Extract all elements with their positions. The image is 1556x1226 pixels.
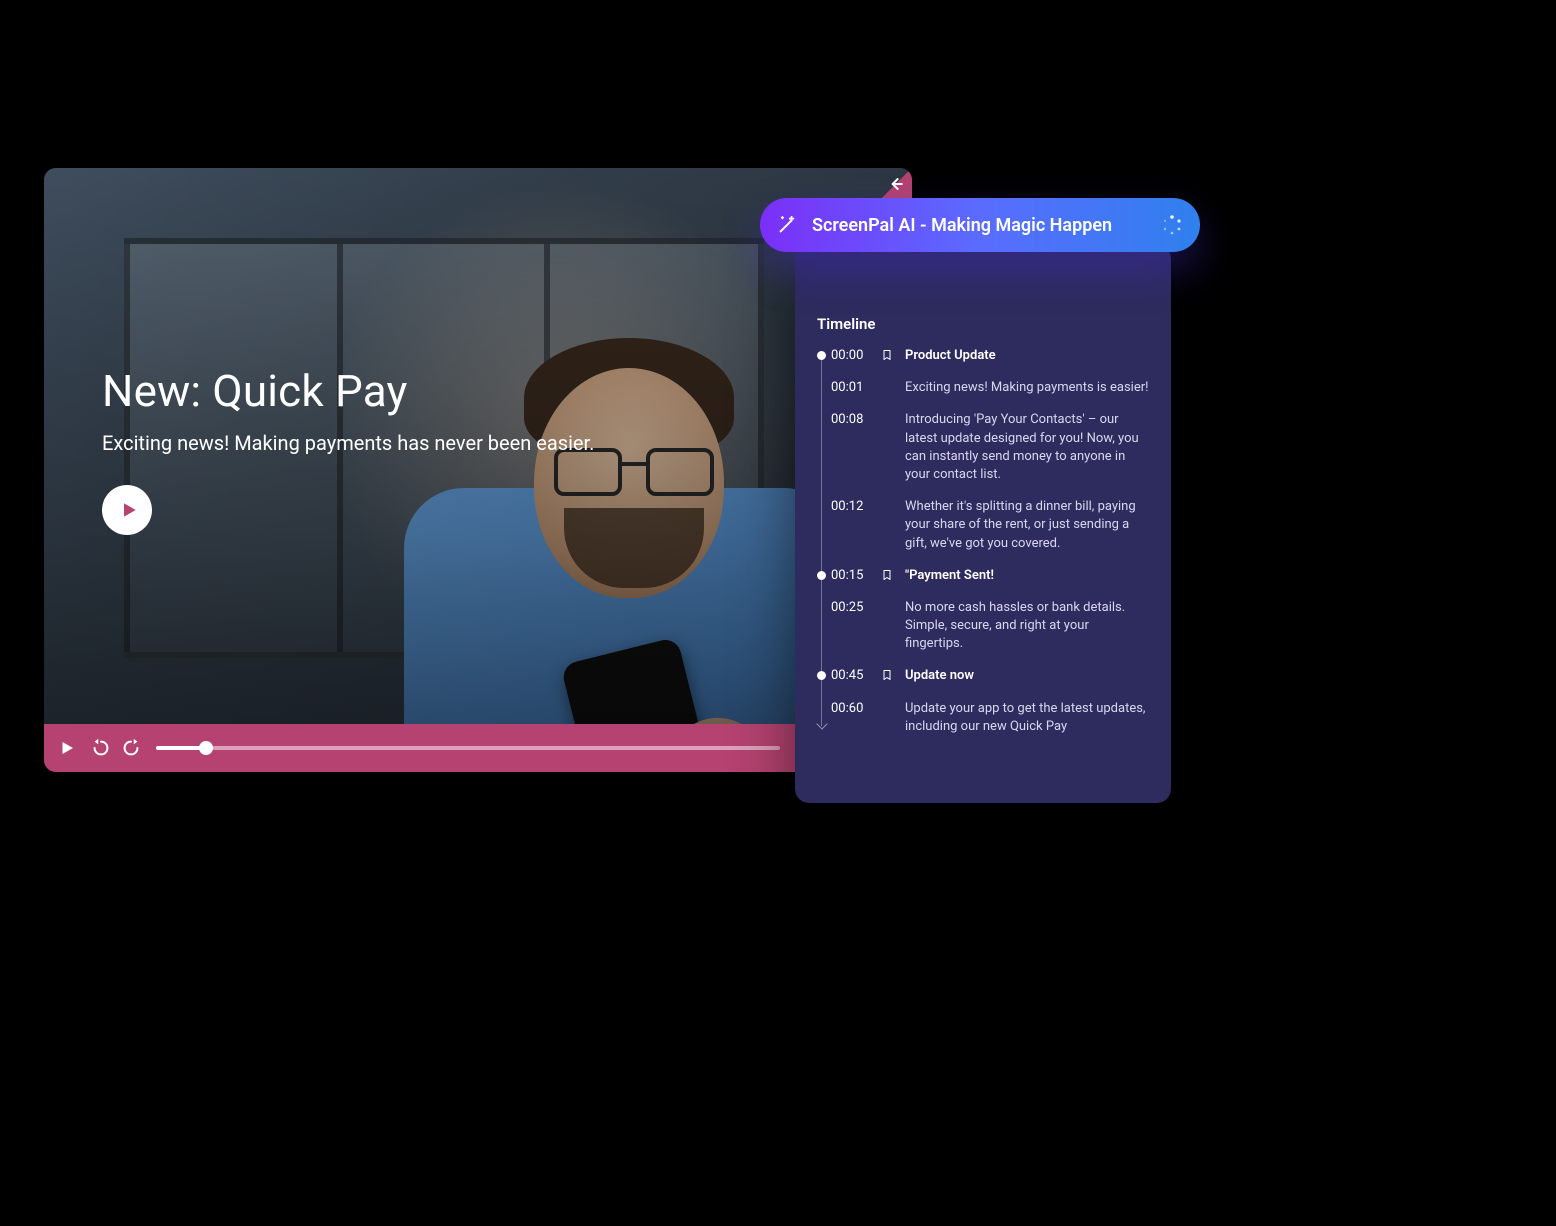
video-player: New: Quick Pay Exciting news! Making pay… <box>44 168 912 772</box>
timeline-dot-icon <box>817 571 826 580</box>
forward-icon <box>120 737 142 759</box>
timeline-time: 00:15 <box>831 567 871 585</box>
play-overlay-button[interactable] <box>102 485 152 535</box>
video-controls: 0:08 / 2:15 <box>44 724 912 772</box>
timeline-list: 00:00 Product Update 00:01 Exciting news! M… <box>817 347 1149 736</box>
arrow-left-icon <box>886 174 906 194</box>
bookmark-icon <box>881 567 895 585</box>
timeline-chapter[interactable]: 00:15 "Payment Sent! <box>831 567 1149 585</box>
timeline-text: Introducing 'Pay Your Contacts' – our la… <box>905 411 1149 484</box>
rewind-controls <box>90 737 142 759</box>
play-button[interactable] <box>58 738 76 758</box>
timeline-time: 00:45 <box>831 667 871 685</box>
timeline-text: Update your app to get the latest update… <box>905 700 1149 736</box>
video-title: New: Quick Pay <box>102 365 594 417</box>
timeline-entry[interactable]: 00:08 Introducing 'Pay Your Contacts' – o… <box>831 411 1149 484</box>
timeline-time: 00:08 <box>831 411 871 484</box>
ai-header-pill[interactable]: ScreenPal AI - Making Magic Happen <box>760 198 1200 252</box>
timeline-time: 00:60 <box>831 700 871 736</box>
loading-dots-icon <box>1160 213 1184 237</box>
timeline-dot-icon <box>817 351 826 360</box>
timeline-time: 00:01 <box>831 379 871 397</box>
ai-panel: Timeline 00:00 Product Update 00:01 Excitin… <box>795 245 1171 803</box>
play-icon <box>119 499 139 521</box>
forward-button[interactable] <box>120 737 142 759</box>
timeline-entry[interactable]: 00:12 Whether it's splitting a dinner bil… <box>831 498 1149 553</box>
timeline-entry[interactable]: 00:60 Update your app to get the latest u… <box>831 700 1149 736</box>
timeline-time: 00:25 <box>831 599 871 654</box>
progress-bar[interactable] <box>156 746 780 750</box>
timeline-text: Update now <box>905 667 1149 685</box>
bookmark-icon <box>881 667 895 685</box>
timeline-chapter[interactable]: 00:00 Product Update <box>831 347 1149 365</box>
timeline-text: Product Update <box>905 347 1149 365</box>
rewind-button[interactable] <box>90 737 112 759</box>
timeline-text: Exciting news! Making payments is easier… <box>905 379 1149 397</box>
timeline-text: No more cash hassles or bank details. Si… <box>905 599 1149 654</box>
play-icon <box>58 738 76 758</box>
timeline-entry[interactable]: 00:25 No more cash hassles or bank detail… <box>831 599 1149 654</box>
timeline-text: Whether it's splitting a dinner bill, pa… <box>905 498 1149 553</box>
timeline-time: 00:12 <box>831 498 871 553</box>
video-overlay-text: New: Quick Pay Exciting news! Making pay… <box>102 365 594 535</box>
timeline-chapter[interactable]: 00:45 Update now <box>831 667 1149 685</box>
bookmark-icon <box>881 347 895 365</box>
video-subtitle: Exciting news! Making payments has never… <box>102 431 594 455</box>
timeline-time: 00:00 <box>831 347 871 365</box>
magic-wand-icon <box>776 214 798 236</box>
timeline-entry[interactable]: 00:01 Exciting news! Making payments is e… <box>831 379 1149 397</box>
timeline-dot-icon <box>817 671 826 680</box>
progress-thumb[interactable] <box>199 741 213 755</box>
timeline-heading: Timeline <box>817 315 1149 333</box>
timeline-text: "Payment Sent! <box>905 567 1149 585</box>
ai-header-title: ScreenPal AI - Making Magic Happen <box>812 215 1146 236</box>
rewind-icon <box>90 737 112 759</box>
timeline-axis <box>821 353 822 726</box>
